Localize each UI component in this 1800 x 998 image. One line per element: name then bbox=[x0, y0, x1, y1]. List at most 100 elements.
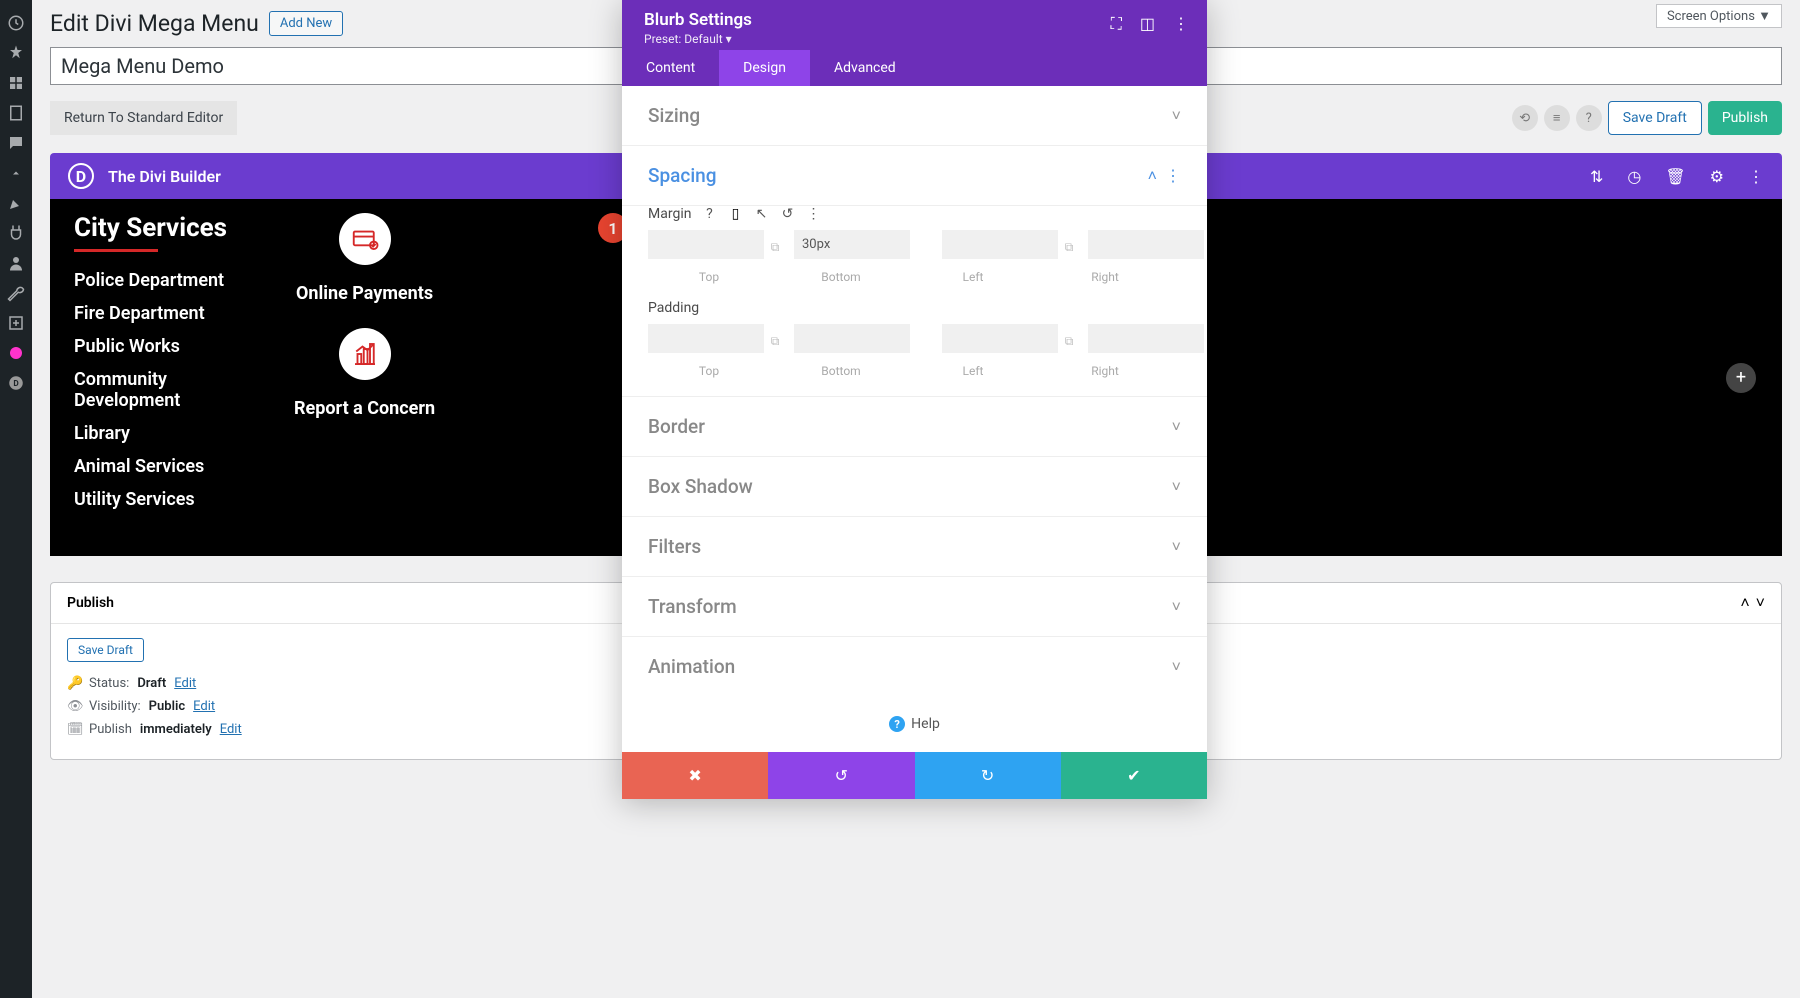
blurb-online-payments[interactable]: Online Payments bbox=[296, 213, 433, 304]
menu-link[interactable]: Fire Department bbox=[74, 303, 234, 324]
divi-logo-icon: D bbox=[68, 163, 94, 189]
menu-heading: City Services bbox=[74, 213, 234, 243]
visibility-label: Visibility: bbox=[89, 699, 141, 714]
margin-top-input[interactable] bbox=[648, 230, 764, 259]
section-transform[interactable]: Transform ˅ bbox=[622, 577, 1207, 637]
svg-text:D: D bbox=[13, 379, 19, 389]
kebab-icon[interactable]: ⋮ bbox=[1173, 14, 1189, 34]
margin-left-input[interactable] bbox=[942, 230, 1058, 259]
link-icon[interactable]: ⧉ bbox=[1056, 330, 1082, 353]
section-label: Animation bbox=[648, 655, 735, 678]
return-standard-editor-button[interactable]: Return To Standard Editor bbox=[50, 101, 237, 135]
divi-d-icon[interactable]: D bbox=[0, 368, 32, 398]
chevron-up-icon[interactable]: ˄ bbox=[1740, 593, 1749, 613]
padding-bottom-input[interactable] bbox=[794, 324, 910, 353]
comments-icon[interactable] bbox=[0, 128, 32, 158]
trash-icon[interactable]: 🗑 bbox=[1665, 167, 1685, 186]
bottom-label: Bottom bbox=[770, 270, 912, 284]
metabox-title: Publish bbox=[67, 595, 114, 611]
appearance-icon[interactable] bbox=[0, 188, 32, 218]
edit-schedule-link[interactable]: Edit bbox=[220, 722, 242, 737]
help-label: Help bbox=[911, 716, 940, 732]
undo-button[interactable]: ↺ bbox=[768, 752, 914, 799]
page-title: Edit Divi Mega Menu bbox=[50, 10, 259, 37]
layers-icon[interactable]: ≡ bbox=[1544, 105, 1570, 131]
settings-icon[interactable] bbox=[0, 308, 32, 338]
dashboard-icon[interactable] bbox=[0, 8, 32, 38]
sort-icon[interactable]: ⇅ bbox=[1590, 167, 1603, 186]
margin-label: Margin bbox=[648, 206, 691, 222]
gear-icon[interactable]: ⚙ bbox=[1710, 167, 1724, 186]
help-tooltip-icon[interactable]: ? bbox=[701, 206, 717, 222]
cancel-button[interactable]: ✖ bbox=[622, 752, 768, 799]
link-icon[interactable]: ⧉ bbox=[762, 330, 788, 353]
margin-bottom-input[interactable] bbox=[794, 230, 910, 259]
add-module-button[interactable]: + bbox=[1726, 363, 1756, 393]
section-label: Filters bbox=[648, 535, 701, 558]
wp-admin-sidebar: D bbox=[0, 0, 32, 998]
bottom-label: Bottom bbox=[770, 364, 912, 378]
margin-right-input[interactable] bbox=[1088, 230, 1204, 259]
plugins-icon[interactable] bbox=[0, 218, 32, 248]
confirm-button[interactable]: ✔ bbox=[1061, 752, 1207, 799]
section-spacing[interactable]: Spacing ˄ ⋮ bbox=[622, 146, 1207, 206]
publish-value: immediately bbox=[140, 722, 212, 737]
redo-button[interactable]: ↻ bbox=[915, 752, 1061, 799]
help-icon[interactable]: ? bbox=[1576, 105, 1602, 131]
chevron-down-icon: ˅ bbox=[1172, 597, 1181, 617]
divi-theme-icon[interactable] bbox=[0, 338, 32, 368]
menu-link[interactable]: Public Works bbox=[74, 336, 234, 357]
users-icon[interactable] bbox=[0, 248, 32, 278]
media-icon[interactable] bbox=[0, 68, 32, 98]
publish-button[interactable]: Publish bbox=[1708, 101, 1782, 135]
history-icon[interactable]: ⟲ bbox=[1512, 105, 1538, 131]
chevron-down-icon[interactable]: ˅ bbox=[1756, 593, 1765, 613]
section-sizing[interactable]: Sizing ˅ bbox=[622, 86, 1207, 146]
tab-content[interactable]: Content bbox=[622, 50, 719, 86]
pages-icon[interactable] bbox=[0, 98, 32, 128]
menu-link[interactable]: Community Development bbox=[74, 369, 234, 411]
link-icon[interactable]: ⧉ bbox=[1056, 236, 1082, 259]
preset-label[interactable]: Preset: Default ▾ bbox=[644, 32, 752, 46]
edit-visibility-link[interactable]: Edit bbox=[193, 699, 215, 714]
menu-link[interactable]: Utility Services bbox=[74, 489, 234, 510]
tab-advanced[interactable]: Advanced bbox=[810, 50, 920, 86]
kebab-icon[interactable]: ⋮ bbox=[805, 206, 821, 222]
add-new-button[interactable]: Add New bbox=[269, 11, 343, 36]
tools-icon[interactable] bbox=[0, 278, 32, 308]
section-label: Box Shadow bbox=[648, 475, 753, 498]
blurb-report-concern[interactable]: Report a Concern bbox=[294, 328, 435, 419]
padding-right-input[interactable] bbox=[1088, 324, 1204, 353]
kebab-icon[interactable]: ⋮ bbox=[1165, 166, 1181, 185]
section-box-shadow[interactable]: Box Shadow ˅ bbox=[622, 457, 1207, 517]
hover-icon[interactable]: ↖ bbox=[753, 206, 769, 222]
link-icon[interactable]: ⧉ bbox=[762, 236, 788, 259]
reset-icon[interactable]: ↺ bbox=[779, 206, 795, 222]
tablet-icon[interactable]: ▯ bbox=[727, 206, 743, 222]
pin-icon[interactable] bbox=[0, 38, 32, 68]
padding-left-input[interactable] bbox=[942, 324, 1058, 353]
help-link[interactable]: ? Help bbox=[622, 696, 1207, 752]
metabox-save-draft-button[interactable]: Save Draft bbox=[67, 638, 144, 662]
left-label: Left bbox=[912, 270, 1034, 284]
blurb-title: Report a Concern bbox=[294, 398, 435, 419]
kebab-icon[interactable]: ⋮ bbox=[1748, 167, 1764, 186]
section-filters[interactable]: Filters ˅ bbox=[622, 517, 1207, 577]
section-animation[interactable]: Animation ˅ bbox=[622, 637, 1207, 696]
edit-status-link[interactable]: Edit bbox=[174, 676, 196, 691]
save-draft-button[interactable]: Save Draft bbox=[1608, 101, 1702, 135]
chevron-down-icon: ˅ bbox=[1172, 537, 1181, 557]
menu-link[interactable]: Library bbox=[74, 423, 234, 444]
menu-link[interactable]: Animal Services bbox=[74, 456, 234, 477]
clock-icon[interactable]: ◷ bbox=[1627, 167, 1641, 186]
section-border[interactable]: Border ˅ bbox=[622, 397, 1207, 457]
snap-icon[interactable]: ◫ bbox=[1140, 14, 1155, 34]
expand-icon[interactable]: ⛶ bbox=[1111, 14, 1122, 34]
screen-options-toggle[interactable]: Screen Options ▼ bbox=[1656, 4, 1782, 28]
padding-top-input[interactable] bbox=[648, 324, 764, 353]
modal-title: Blurb Settings bbox=[644, 10, 752, 30]
calendar-icon: 🗓 bbox=[67, 722, 81, 737]
menu-link[interactable]: Police Department bbox=[74, 270, 234, 291]
thumbtack-icon[interactable] bbox=[0, 158, 32, 188]
tab-design[interactable]: Design bbox=[719, 50, 810, 86]
